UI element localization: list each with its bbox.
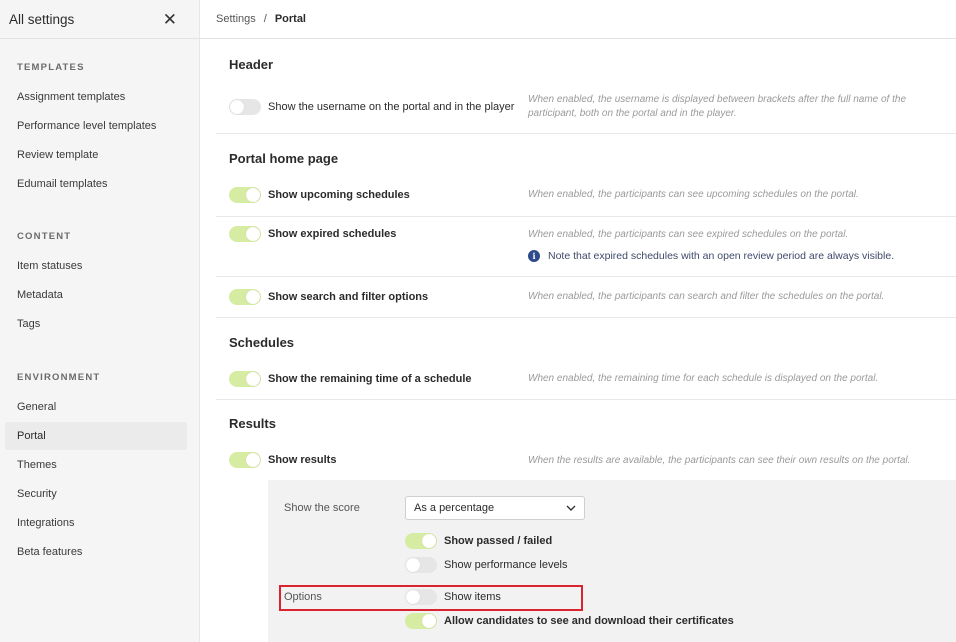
breadcrumb-separator: / — [263, 13, 267, 25]
section-title-schedules: Schedules — [229, 335, 295, 350]
sidebar-section-templates: TEMPLATES — [17, 62, 85, 73]
sidebar-item-security[interactable]: Security — [0, 480, 199, 508]
portal-settings-main: Header Show the username on the portal a… — [216, 40, 956, 642]
sidebar-item-beta-features[interactable]: Beta features — [0, 538, 199, 566]
sidebar-item-integrations[interactable]: Integrations — [0, 509, 199, 537]
breadcrumb-settings-link[interactable]: Settings — [216, 13, 256, 25]
sidebar-item-assignment-templates[interactable]: Assignment templates — [0, 83, 199, 111]
sidebar-section-environment: ENVIRONMENT — [17, 372, 101, 383]
toggle-show-search-filter[interactable] — [229, 289, 261, 305]
divider — [216, 276, 956, 277]
info-icon: i — [528, 250, 540, 262]
setting-desc-show-expired-schedules: When enabled, the participants can see e… — [528, 229, 849, 240]
sidebar-title: All settings — [9, 11, 75, 27]
setting-desc-show-search-filter: When enabled, the participants can searc… — [528, 291, 885, 302]
option-label-show-passed-failed: Show passed / failed — [444, 535, 553, 547]
divider — [216, 317, 956, 318]
toggle-knob — [406, 590, 420, 604]
settings-sidebar: All settings ✕ TEMPLATES Assignment temp… — [0, 0, 200, 642]
setting-desc-show-upcoming-schedules: When enabled, the participants can see u… — [528, 189, 859, 200]
sidebar-item-performance-level-templates[interactable]: Performance level templates — [0, 112, 199, 140]
toggle-show-username[interactable] — [229, 99, 261, 115]
toggle-knob — [422, 614, 436, 628]
option-label-show-performance-levels: Show performance levels — [444, 559, 568, 571]
toggle-knob — [406, 558, 420, 572]
toggle-show-expired-schedules[interactable] — [229, 226, 261, 242]
breadcrumb-current: Portal — [274, 13, 306, 25]
sidebar-item-review-template[interactable]: Review template — [0, 141, 199, 169]
sidebar-item-themes[interactable]: Themes — [0, 451, 199, 479]
section-title-header: Header — [229, 57, 274, 72]
sidebar-item-item-statuses[interactable]: Item statuses — [0, 252, 199, 280]
toggle-knob — [246, 227, 260, 241]
toggle-show-upcoming-schedules[interactable] — [229, 187, 261, 203]
sidebar-item-edumail-templates[interactable]: Edumail templates — [0, 170, 199, 198]
toggle-knob — [246, 372, 260, 386]
setting-label-show-username: Show the username on the portal and in t… — [268, 101, 515, 113]
setting-desc-show-remaining-time: When enabled, the remaining time for eac… — [528, 373, 879, 384]
breadcrumb: Settings / Portal — [200, 0, 956, 39]
section-title-portal-home: Portal home page — [229, 151, 339, 166]
toggle-knob — [246, 188, 260, 202]
sidebar-item-general[interactable]: General — [0, 393, 199, 421]
sidebar-item-portal[interactable]: Portal — [5, 422, 187, 450]
divider — [216, 133, 956, 134]
sidebar-section-content: CONTENT — [17, 231, 72, 242]
options-label: Options — [284, 591, 322, 603]
toggle-show-passed-failed[interactable] — [405, 533, 437, 549]
toggle-knob — [422, 534, 436, 548]
toggle-show-results[interactable] — [229, 452, 261, 468]
setting-label-show-remaining-time: Show the remaining time of a schedule — [268, 373, 472, 385]
setting-label-show-results: Show results — [268, 454, 337, 466]
toggle-show-remaining-time[interactable] — [229, 371, 261, 387]
sidebar-item-metadata[interactable]: Metadata — [0, 281, 199, 309]
toggle-show-performance-levels[interactable] — [405, 557, 437, 573]
setting-desc-show-username: When enabled, the username is displayed … — [528, 94, 907, 119]
toggle-knob — [246, 453, 260, 467]
expired-schedules-note-text: Note that expired schedules with an open… — [548, 250, 895, 262]
setting-label-show-search-filter: Show search and filter options — [268, 291, 429, 303]
expired-schedules-note: i Note that expired schedules with an op… — [528, 250, 894, 262]
toggle-show-items[interactable] — [405, 589, 437, 605]
option-label-show-items: Show items — [444, 591, 501, 603]
close-icon[interactable]: ✕ — [163, 11, 177, 28]
chevron-down-icon — [566, 503, 576, 514]
sidebar-item-tags[interactable]: Tags — [0, 310, 199, 338]
setting-label-show-upcoming-schedules: Show upcoming schedules — [268, 189, 410, 201]
setting-desc-show-results: When the results are available, the part… — [528, 455, 911, 466]
score-format-value: As a percentage — [414, 502, 495, 514]
toggle-knob — [246, 290, 260, 304]
score-format-select[interactable]: As a percentage — [405, 496, 585, 520]
option-label-allow-certificates: Allow candidates to see and download the… — [444, 615, 734, 627]
toggle-knob — [230, 100, 244, 114]
toggle-allow-certificates[interactable] — [405, 613, 437, 629]
divider — [216, 399, 956, 400]
setting-label-show-expired-schedules: Show expired schedules — [268, 228, 397, 240]
sidebar-header: All settings ✕ — [0, 0, 199, 39]
results-options-panel: Show the score As a percentage Show pass… — [268, 480, 956, 642]
divider — [216, 216, 956, 217]
show-score-label: Show the score — [284, 502, 360, 514]
section-title-results: Results — [229, 416, 276, 431]
